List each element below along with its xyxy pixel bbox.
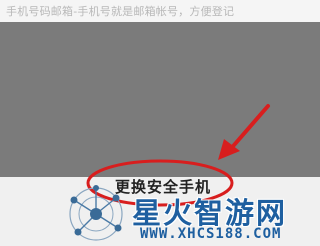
arrow-pointer-icon (218, 104, 270, 160)
network-globe-icon (69, 185, 123, 241)
watermark-url: WWW.XHCS188.COM (140, 226, 282, 242)
